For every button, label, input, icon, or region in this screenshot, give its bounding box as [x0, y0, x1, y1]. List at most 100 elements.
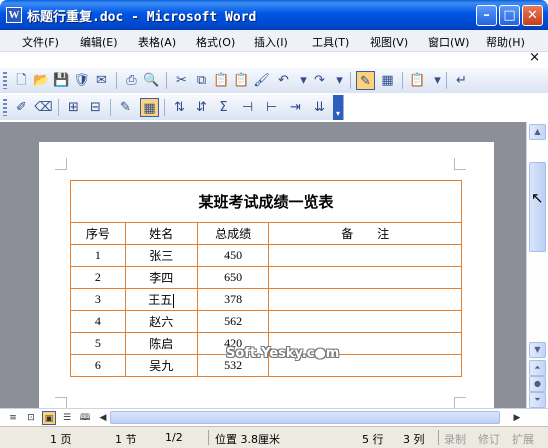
table-cell[interactable] — [268, 244, 462, 267]
autosum-icon[interactable]: Σ — [214, 98, 233, 117]
header-cell[interactable]: 序号 — [70, 222, 126, 245]
status-position: 位置 3.8厘米 — [215, 433, 280, 446]
table-cell[interactable]: 4 — [70, 310, 126, 333]
tables-borders-icon[interactable]: ✎ — [356, 71, 375, 90]
outline-view-icon[interactable]: ☰ — [60, 411, 74, 425]
scroll-up-icon[interactable]: ▲ — [529, 124, 546, 140]
word-app-icon[interactable]: W — [6, 7, 22, 23]
browse-object-icon[interactable]: ● — [529, 376, 546, 392]
table-cell[interactable] — [268, 310, 462, 333]
paste-options-dropdown-icon[interactable]: ▾ — [428, 71, 447, 90]
toolbar-grip[interactable] — [3, 99, 7, 116]
insert-rows-icon[interactable]: ⊞ — [64, 98, 83, 117]
table-cell[interactable] — [268, 288, 462, 311]
vertical-scrollbar[interactable]: ▲ ▼ ⏶ ● ⏷ — [526, 122, 548, 408]
undo-icon[interactable]: ↶ — [274, 71, 293, 90]
menu-tools[interactable]: 工具(T) — [312, 34, 349, 50]
horizontal-scroll-thumb[interactable] — [110, 411, 500, 424]
table-cell[interactable]: 陈启 — [124, 332, 198, 355]
table-autoformat-icon[interactable]: ✎ — [116, 98, 135, 117]
sort-ascending-icon[interactable]: ⇅ — [170, 98, 189, 117]
format-painter-icon[interactable]: 🖌 — [252, 71, 271, 90]
cut-icon[interactable]: ✂ — [172, 71, 191, 90]
menu-window[interactable]: 窗口(W) — [428, 34, 469, 50]
close-document-icon[interactable]: × — [529, 50, 540, 65]
table-cell[interactable]: 650 — [196, 266, 270, 289]
toolbar-separator — [402, 72, 403, 89]
header-cell[interactable]: 备 注 — [268, 222, 462, 245]
next-page-icon[interactable]: ⏷ — [529, 392, 546, 408]
status-record[interactable]: 录制 — [444, 431, 466, 447]
table-cell[interactable]: 378 — [196, 288, 270, 311]
table-cell-with-caret[interactable]: 王五 — [124, 288, 198, 311]
print-icon[interactable]: ⎙ — [122, 71, 141, 90]
web-layout-view-icon[interactable]: ⊡ — [24, 411, 38, 425]
header-cell[interactable]: 总成绩 — [196, 222, 270, 245]
open-icon[interactable]: 📂 — [32, 71, 51, 90]
table-cell[interactable]: 3 — [70, 288, 126, 311]
email-icon[interactable]: ✉ — [92, 71, 111, 90]
menu-file[interactable]: 文件(F) — [22, 34, 59, 50]
insert-columns-icon[interactable]: ⊟ — [86, 98, 105, 117]
status-divider — [438, 430, 439, 445]
reading-layout-view-icon[interactable]: 🕮 — [78, 411, 92, 425]
status-track-changes[interactable]: 修订 — [478, 431, 500, 447]
table-cell[interactable]: 450 — [196, 244, 270, 267]
normal-view-icon[interactable]: ≡ — [6, 411, 20, 425]
text-caret — [173, 294, 175, 309]
distribute-rows-icon[interactable]: ⇥ — [286, 98, 305, 117]
paste-icon[interactable]: 📋 — [212, 71, 231, 90]
table-cell[interactable]: 赵六 — [124, 310, 198, 333]
previous-page-icon[interactable]: ⏶ — [529, 360, 546, 376]
scroll-down-icon[interactable]: ▼ — [529, 342, 546, 358]
table-title[interactable]: 某班考试成绩一览表 — [70, 180, 462, 223]
menu-view[interactable]: 视图(V) — [370, 34, 408, 50]
scroll-right-icon[interactable]: ▶ — [510, 411, 524, 425]
redo-icon[interactable]: ↷ — [310, 71, 329, 90]
split-cells-icon[interactable]: ⊢ — [262, 98, 281, 117]
close-window-button[interactable]: ✕ — [522, 5, 543, 26]
permission-icon[interactable]: 🛡 — [72, 71, 91, 90]
table-grid-active-icon[interactable]: ▦ — [140, 98, 159, 117]
print-preview-icon[interactable]: 🔍 — [142, 71, 161, 90]
table-cell[interactable]: 1 — [70, 244, 126, 267]
menu-table[interactable]: 表格(A) — [138, 34, 176, 50]
menu-insert[interactable]: 插入(I) — [254, 34, 288, 50]
table-cell[interactable]: 5 — [70, 332, 126, 355]
menu-edit[interactable]: 编辑(E) — [80, 34, 118, 50]
sort-descending-icon[interactable]: ⇵ — [192, 98, 211, 117]
distribute-columns-icon[interactable]: ⇊ — [310, 98, 329, 117]
redo-dropdown-icon[interactable]: ▾ — [330, 71, 349, 90]
table-cell[interactable]: 6 — [70, 354, 126, 377]
table-cell[interactable]: 562 — [196, 310, 270, 333]
eraser-icon[interactable]: ⌫ — [34, 98, 53, 117]
new-document-icon[interactable]: 🗋 — [12, 71, 31, 90]
table-title-row: 某班考试成绩一览表 — [70, 180, 462, 223]
draw-table-icon[interactable]: ✐ — [12, 98, 31, 117]
print-layout-view-icon[interactable]: ▣ — [42, 411, 56, 425]
table-cell[interactable]: 张三 — [124, 244, 198, 267]
table-cell[interactable] — [268, 266, 462, 289]
toolbar-options-icon[interactable]: ▾ — [333, 95, 343, 120]
toolbar-grip[interactable] — [3, 72, 7, 89]
horizontal-scrollbar[interactable]: ≡ ⊡ ▣ ☰ 🕮 ◀ ▶ — [0, 408, 548, 426]
minimize-button[interactable]: – — [476, 5, 497, 26]
menu-format[interactable]: 格式(O) — [196, 34, 235, 50]
table-cell[interactable]: 李四 — [124, 266, 198, 289]
scroll-left-icon[interactable]: ◀ — [96, 411, 110, 425]
maximize-button[interactable]: □ — [499, 5, 520, 26]
show-hide-icon[interactable]: ↵ — [452, 71, 471, 90]
header-cell[interactable]: 姓名 — [124, 222, 198, 245]
status-extend[interactable]: 扩展 — [512, 431, 534, 447]
insert-table-icon[interactable]: ▦ — [378, 71, 397, 90]
merge-cells-icon[interactable]: ⊣ — [238, 98, 257, 117]
table-cell[interactable]: 2 — [70, 266, 126, 289]
save-icon[interactable]: 💾 — [52, 71, 71, 90]
menu-help[interactable]: 帮助(H) — [486, 34, 525, 50]
paste-options-icon[interactable]: 📋 — [408, 71, 427, 90]
document-page[interactable]: 某班考试成绩一览表 序号 姓名 总成绩 备 注 1 张三 450 2 李四 65… — [39, 142, 494, 408]
vertical-scroll-thumb[interactable] — [529, 162, 546, 252]
paste-special-icon[interactable]: 📋 — [232, 71, 251, 90]
table-cell[interactable]: 吴九 — [124, 354, 198, 377]
copy-icon[interactable]: ⧉ — [192, 71, 211, 90]
